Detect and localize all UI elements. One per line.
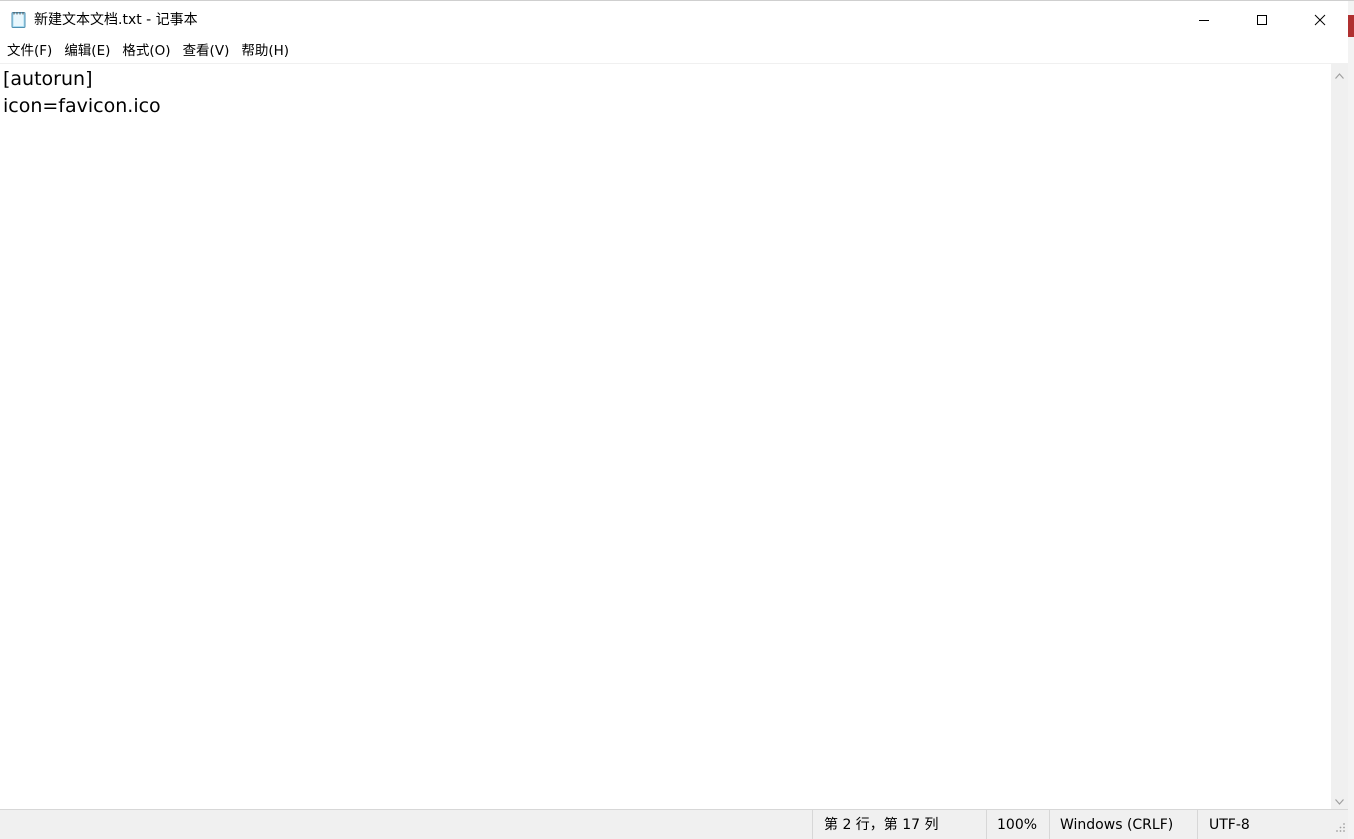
status-zoom: 100% [986, 810, 1049, 839]
scroll-up-button[interactable] [1331, 65, 1348, 82]
close-button[interactable] [1291, 1, 1349, 39]
maximize-button[interactable] [1233, 1, 1291, 39]
status-cursor-position: 第 2 行，第 17 列 [812, 810, 986, 839]
scroll-down-button[interactable] [1331, 791, 1348, 808]
minimize-button[interactable] [1175, 1, 1233, 39]
menu-edit[interactable]: 编辑(E) [58, 40, 116, 63]
menu-bar: 文件(F) 编辑(E) 格式(O) 查看(V) 帮助(H) [0, 39, 1346, 63]
title-bar[interactable]: 新建文本文档.txt - 记事本 [0, 1, 1346, 39]
notepad-window: 新建文本文档.txt - 记事本 文件(F) 编辑(E) 格式(O) 查看(V)… [0, 0, 1354, 839]
status-encoding: UTF-8 [1197, 810, 1348, 839]
status-bar: 第 2 行，第 17 列 100% Windows (CRLF) UTF-8 [0, 809, 1348, 839]
background-window-accent [1348, 15, 1354, 37]
vertical-scrollbar[interactable] [1331, 63, 1348, 809]
background-window-edge [1348, 1, 1354, 839]
maximize-icon [1256, 11, 1268, 30]
window-title: 新建文本文档.txt - 记事本 [34, 12, 198, 28]
chevron-up-icon [1335, 64, 1344, 83]
close-icon [1314, 11, 1326, 30]
menu-view[interactable]: 查看(V) [177, 40, 236, 63]
menu-file[interactable]: 文件(F) [1, 40, 58, 63]
notepad-icon[interactable] [10, 11, 28, 29]
editor-line[interactable]: [autorun] [3, 66, 1331, 93]
menu-help[interactable]: 帮助(H) [235, 40, 295, 63]
minimize-icon [1198, 11, 1210, 30]
editor-line[interactable]: icon=favicon.ico [3, 93, 1331, 120]
text-editor[interactable]: [autorun] icon=favicon.ico [0, 63, 1331, 809]
resize-grip-icon[interactable] [1334, 818, 1346, 832]
menu-format[interactable]: 格式(O) [116, 40, 176, 63]
chevron-down-icon [1335, 790, 1344, 809]
status-line-ending: Windows (CRLF) [1049, 810, 1197, 839]
